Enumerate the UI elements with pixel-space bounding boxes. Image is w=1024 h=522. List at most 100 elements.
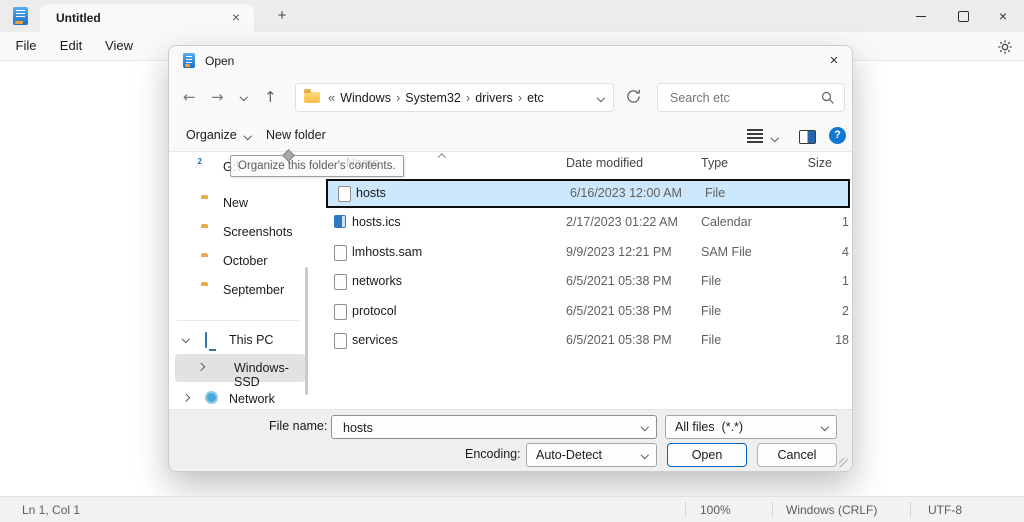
tab-untitled[interactable]: Untitled × [40,4,254,32]
window-maximize-button[interactable] [942,0,984,32]
new-tab-button[interactable]: + [272,6,292,26]
sidebar-item-this-pc[interactable]: This PC [169,326,314,354]
file-name: services [352,333,398,347]
tab-close-button[interactable]: × [226,7,246,27]
sidebar-item-label: September [223,283,284,297]
file-name-label: File name: [269,419,327,433]
sidebar-item-september[interactable]: September [169,276,314,304]
file-row-hosts[interactable]: hosts 6/16/2023 12:00 AM File [326,179,850,208]
new-folder-button[interactable]: New folder [266,128,326,142]
file-date: 6/5/2021 05:38 PM [566,304,672,318]
sidebar-item-windows-ssd[interactable]: Windows-SSD [175,354,305,382]
organize-button[interactable]: Organize [186,128,251,142]
settings-button[interactable] [994,37,1016,57]
chevron-expanded-icon[interactable] [182,335,190,343]
tab-label: Untitled [56,11,101,25]
cancel-button[interactable]: Cancel [757,443,837,467]
file-name: lmhosts.sam [352,245,422,259]
breadcrumb-etc[interactable]: etc [527,91,544,105]
file-row-services[interactable]: services 6/5/2021 05:38 PM File 18 [324,326,850,355]
organize-label: Organize [186,128,237,142]
status-encoding: UTF-8 [928,503,962,517]
menu-file[interactable]: File [8,36,44,56]
menu-view[interactable]: View [98,36,140,56]
window-minimize-button[interactable] [900,0,942,32]
file-name: hosts.ics [352,215,401,229]
chevron-down-icon [640,451,648,459]
breadcrumb-separator: › [466,90,470,105]
file-type-select[interactable]: All files (*.*) [665,415,837,439]
breadcrumb-system32[interactable]: System32 [405,91,461,105]
chevron-down-icon[interactable] [640,423,648,431]
encoding-label: Encoding: [465,447,521,461]
sidebar-item-screenshots[interactable]: Screenshots [169,218,314,246]
file-size: 1 [809,274,849,288]
dialog-body: 2 G:\ New Screenshots October September [169,152,852,409]
network-icon [205,391,218,404]
dialog-footer: File name: All files (*.*) Encoding: Aut… [169,409,852,471]
file-date: 6/16/2023 12:00 AM [570,186,682,200]
breadcrumb-windows[interactable]: Windows [340,91,391,105]
file-type-value: All files (*.*) [675,420,743,434]
resize-grip[interactable] [839,458,848,467]
chevron-down-icon [244,131,252,139]
column-header-date[interactable]: Date modified [566,156,643,170]
dialog-close-button[interactable]: × [821,50,847,72]
file-row-hosts-ics[interactable]: hosts.ics 2/17/2023 01:22 AM Calendar 1 [324,208,850,237]
status-divider [772,502,773,517]
sidebar-item-label: This PC [229,333,273,347]
sidebar-item-new[interactable]: New [169,189,314,217]
breadcrumb-drivers[interactable]: drivers [475,91,513,105]
dialog-title: Open [205,54,234,68]
search-input[interactable] [668,87,817,109]
dialog-titlebar[interactable]: Open × [169,46,852,76]
help-button[interactable]: ? [829,127,846,144]
column-header-type[interactable]: Type [701,156,728,170]
sidebar-item-label: Network [229,392,275,406]
file-icon [334,274,347,290]
menu-edit[interactable]: Edit [52,36,90,56]
file-size: 1 [809,215,849,229]
file-row-lmhosts[interactable]: lmhosts.sam 9/9/2023 12:21 PM SAM File 4 [324,238,850,267]
refresh-button[interactable] [625,88,642,110]
preview-pane-button[interactable] [799,130,816,147]
recent-locations-dropdown-icon[interactable] [240,93,248,101]
view-mode-button[interactable] [747,129,778,146]
file-name-input[interactable] [341,417,625,439]
window-close-button[interactable]: × [982,0,1024,32]
file-name-combo [331,415,657,439]
file-size: 4 [809,245,849,259]
file-date: 2/17/2023 01:22 AM [566,215,678,229]
open-button[interactable]: Open [667,443,747,467]
sidebar-item-october[interactable]: October [169,247,314,275]
file-icon [334,245,347,261]
search-box [657,83,845,112]
status-zoom: 100% [700,503,731,517]
app-window: Untitled × + × File Edit View Open × [0,0,1024,522]
file-name: networks [352,274,402,288]
statusbar: Ln 1, Col 1 100% Windows (CRLF) UTF-8 [0,496,1024,522]
file-icon [338,186,351,202]
nav-up-button[interactable]: ↑ [264,88,277,106]
column-header-size[interactable]: Size [804,156,832,170]
file-row-networks[interactable]: networks 6/5/2021 05:38 PM File 1 [324,267,850,296]
address-dropdown-icon[interactable] [596,94,604,102]
refresh-icon [625,88,642,105]
chevron-collapsed-icon[interactable] [197,363,205,371]
sidebar-divider [177,320,299,321]
sidebar-scrollbar[interactable] [305,267,308,395]
breadcrumb-bar[interactable]: « Windows › System32 › drivers › etc [295,83,614,112]
minimize-icon [916,16,926,17]
notepad-app-icon [13,7,28,25]
nav-forward-button[interactable]: → [211,88,224,106]
nav-back-button[interactable]: ← [183,88,196,106]
file-date: 6/5/2021 05:38 PM [566,333,672,347]
file-row-protocol[interactable]: protocol 6/5/2021 05:38 PM File 2 [324,297,850,326]
dialog-app-icon [183,53,195,68]
file-name: hosts [356,186,386,200]
file-type: File [701,274,721,288]
maximize-icon [958,11,969,22]
encoding-select[interactable]: Auto-Detect [526,443,657,467]
chevron-collapsed-icon[interactable] [182,394,190,402]
file-name: protocol [352,304,396,318]
